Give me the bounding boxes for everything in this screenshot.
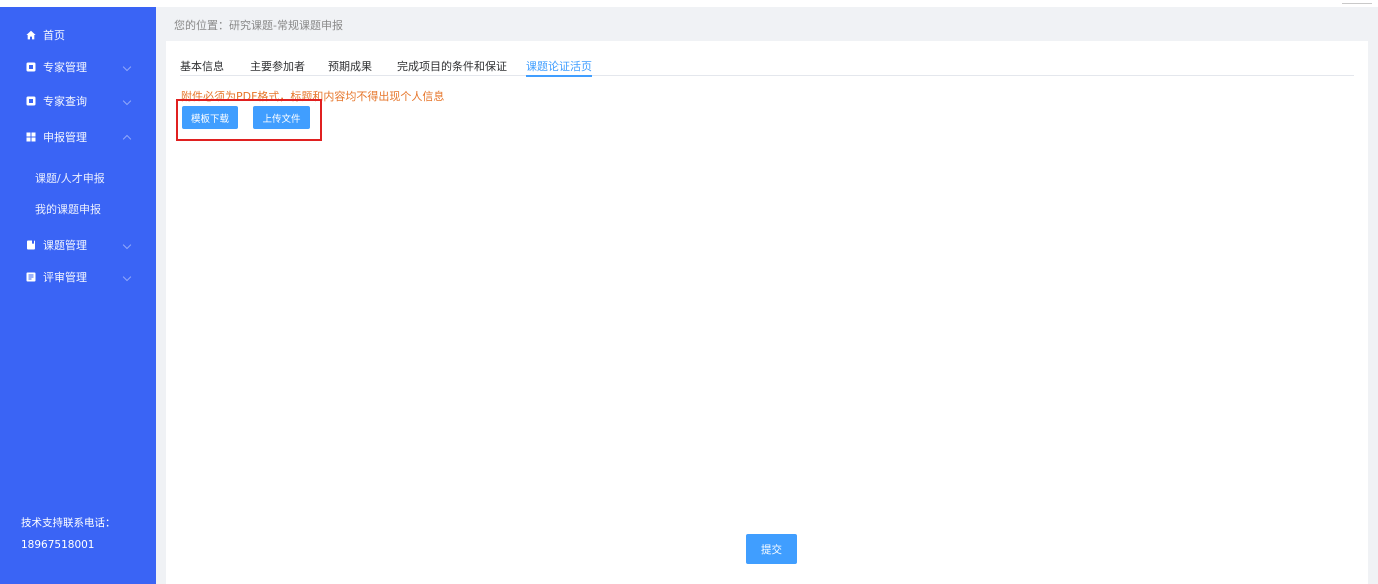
chevron-down-icon: [122, 62, 132, 72]
tab-bar: 基本信息 主要参加者 预期成果 完成项目的条件和保证 课题论证活页: [180, 41, 1354, 77]
home-icon: [26, 30, 36, 40]
support-phone: 18967518001: [21, 539, 95, 551]
grid-icon: [26, 132, 36, 142]
chevron-down-icon: [122, 240, 132, 250]
top-bar: [0, 0, 1378, 7]
tab-main-participants[interactable]: 主要参加者: [250, 58, 305, 74]
breadcrumb: 您的位置：研究课题-常规课题申报: [174, 19, 343, 32]
sidebar-item-topic-management[interactable]: 课题管理: [0, 228, 156, 262]
sidebar-item-review-management[interactable]: 评审管理: [0, 260, 156, 294]
sidebar-item-label: 评审管理: [43, 271, 87, 284]
sidebar-item-home[interactable]: 首页: [0, 18, 156, 52]
attachment-warning: 附件必须为PDF格式，标题和内容均不得出现个人信息: [181, 90, 445, 103]
support-label: 技术支持联系电话：: [21, 517, 116, 529]
chevron-down-icon: [122, 96, 132, 106]
book-icon: [26, 240, 36, 250]
sidebar-item-expert-management[interactable]: 专家管理: [0, 50, 156, 84]
query-icon: [26, 96, 36, 106]
review-icon: [26, 272, 36, 282]
tab-basic-info[interactable]: 基本信息: [180, 58, 224, 74]
sidebar-subitem-topic-talent-application[interactable]: 课题/人才申报: [0, 163, 156, 193]
template-download-button[interactable]: 模板下载: [182, 106, 238, 129]
sidebar-item-application-management[interactable]: 申报管理: [0, 120, 156, 154]
sidebar-subitem-my-applications[interactable]: 我的课题申报: [0, 194, 156, 224]
tab-argument-sheet[interactable]: 课题论证活页: [526, 58, 592, 77]
sidebar-item-label: 首页: [43, 29, 65, 42]
sidebar-subitem-label: 课题/人才申报: [35, 172, 105, 185]
submit-button[interactable]: 提交: [746, 534, 797, 564]
sidebar-item-label: 专家查询: [43, 95, 87, 108]
sidebar: 首页 专家管理 专家查询 申报管理 课题/人才申报 我的课题申报 课题管理 评审…: [0, 7, 156, 584]
support-info: 技术支持联系电话： 18967518001: [21, 512, 116, 556]
chevron-up-icon: [122, 134, 132, 144]
sidebar-subitem-label: 我的课题申报: [35, 203, 101, 216]
sidebar-item-expert-query[interactable]: 专家查询: [0, 84, 156, 118]
tab-expected-results[interactable]: 预期成果: [328, 58, 372, 74]
sidebar-item-label: 专家管理: [43, 61, 87, 74]
main-panel: 基本信息 主要参加者 预期成果 完成项目的条件和保证 课题论证活页 附件必须为P…: [166, 41, 1368, 584]
tab-conditions-guarantees[interactable]: 完成项目的条件和保证: [397, 58, 507, 74]
expert-icon: [26, 62, 36, 72]
top-bar-mark: [1342, 0, 1372, 4]
sidebar-item-label: 申报管理: [43, 131, 87, 144]
upload-file-button[interactable]: 上传文件: [253, 106, 310, 129]
chevron-down-icon: [122, 272, 132, 282]
sidebar-item-label: 课题管理: [43, 239, 87, 252]
